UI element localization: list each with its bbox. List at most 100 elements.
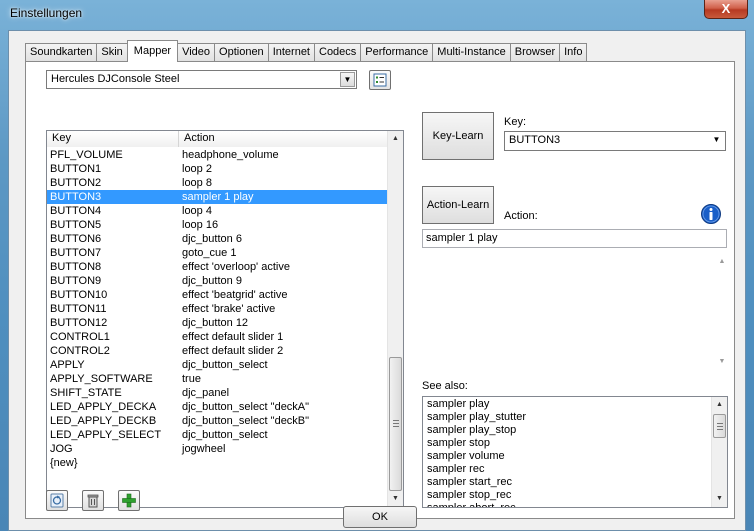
table-row[interactable]: BUTTON4 loop 4 <box>47 204 388 218</box>
table-row[interactable]: BUTTON2 loop 8 <box>47 176 388 190</box>
key-learn-button[interactable]: Key-Learn <box>422 112 494 160</box>
cell-key: BUTTON1 <box>50 163 102 175</box>
list-view-icon <box>373 73 387 87</box>
table-row[interactable]: BUTTON9 djc_button 9 <box>47 274 388 288</box>
see-also-scrollbar[interactable]: ▲ ▼ <box>711 397 727 507</box>
mapper-page: Hercules DJConsole Steel ▼ Key Action PF… <box>25 61 735 519</box>
cell-key: BUTTON5 <box>50 219 102 231</box>
list-item[interactable]: sampler play_stutter <box>423 411 711 424</box>
mapping-table-header: Key Action <box>47 131 388 147</box>
list-item[interactable]: sampler stop <box>423 437 711 450</box>
key-select[interactable]: BUTTON3 ▼ <box>504 131 726 151</box>
cell-key: BUTTON8 <box>50 261 102 273</box>
tab-performance[interactable]: Performance <box>360 43 433 62</box>
scroll-thumb[interactable] <box>389 357 402 491</box>
table-row[interactable]: LED_APPLY_SELECT djc_button_select <box>47 428 388 442</box>
table-row[interactable]: BUTTON11 effect 'brake' active <box>47 302 388 316</box>
scroll-thumb[interactable] <box>713 414 726 438</box>
scroll-up-icon[interactable]: ▲ <box>712 397 727 413</box>
table-row[interactable]: CONTROL1 effect default slider 1 <box>47 330 388 344</box>
table-row[interactable]: APPLY_SOFTWARE true <box>47 372 388 386</box>
cell-key: LED_APPLY_DECKA <box>50 401 157 413</box>
ok-button[interactable]: OK <box>343 506 417 528</box>
cell-action: loop 16 <box>182 219 219 231</box>
grip-line <box>393 423 399 424</box>
table-row[interactable]: LED_APPLY_DECKA djc_button_select "deckA" <box>47 400 388 414</box>
tab-skin[interactable]: Skin <box>96 43 127 62</box>
table-row[interactable]: PFL_VOLUME headphone_volume <box>47 148 388 162</box>
plus-icon <box>122 493 136 508</box>
close-button[interactable]: X <box>704 0 748 19</box>
table-row[interactable]: BUTTON7 goto_cue 1 <box>47 246 388 260</box>
tab-optionen[interactable]: Optionen <box>214 43 268 62</box>
description-scroll-up-icon[interactable]: ▲ <box>716 258 728 270</box>
cell-key: SHIFT_STATE <box>50 387 122 399</box>
table-row[interactable]: JOG jogwheel <box>47 442 388 456</box>
cell-action: djc_panel <box>182 387 230 399</box>
cell-key: BUTTON11 <box>50 303 107 315</box>
column-header-action[interactable]: Action <box>179 131 388 147</box>
table-row[interactable]: LED_APPLY_DECKB djc_button_select "deckB" <box>47 414 388 428</box>
see-also-list[interactable]: sampler play sampler play_stutter sampler … <box>422 396 728 508</box>
tab-strip: Soundkarten Skin Mapper Video Optionen Intern… <box>25 40 588 62</box>
tab-soundkarten[interactable]: Soundkarten <box>25 43 97 62</box>
mapping-table-scrollbar[interactable]: ▲ ▼ <box>387 131 403 507</box>
cell-action: loop 2 <box>182 163 212 175</box>
table-row[interactable]: {new} <box>47 456 388 470</box>
list-item[interactable]: sampler rec <box>423 463 711 476</box>
action-field[interactable]: sampler 1 play <box>422 229 727 248</box>
tab-multi-instance[interactable]: Multi-Instance <box>432 43 510 62</box>
mapping-table[interactable]: Key Action PFL_VOLUME headphone_volume BUT… <box>46 130 404 508</box>
grip-line <box>393 420 399 421</box>
description-scroll-down-icon[interactable]: ▼ <box>716 358 728 370</box>
chevron-down-icon[interactable]: ▼ <box>709 133 724 148</box>
list-item[interactable]: sampler play_stop <box>423 424 711 437</box>
cell-action: effect 'brake' active <box>182 303 276 315</box>
list-item[interactable]: sampler abort_rec <box>423 502 711 507</box>
see-also-label: See also: <box>422 380 468 392</box>
column-header-key[interactable]: Key <box>47 131 179 147</box>
table-row[interactable]: SHIFT_STATE djc_panel <box>47 386 388 400</box>
table-row[interactable]: CONTROL2 effect default slider 2 <box>47 344 388 358</box>
chevron-down-icon[interactable]: ▼ <box>340 72 355 87</box>
table-row[interactable]: BUTTON8 effect 'overloop' active <box>47 260 388 274</box>
table-row[interactable]: BUTTON3 sampler 1 play <box>47 190 388 204</box>
cell-action: jogwheel <box>182 443 226 455</box>
table-row[interactable]: BUTTON1 loop 2 <box>47 162 388 176</box>
tab-browser[interactable]: Browser <box>509 43 560 62</box>
cell-action: djc_button_select <box>182 359 268 371</box>
table-row[interactable]: BUTTON10 effect 'beatgrid' active <box>47 288 388 302</box>
cell-key: BUTTON10 <box>50 289 108 301</box>
list-item[interactable]: sampler stop_rec <box>423 489 711 502</box>
list-view-button[interactable] <box>369 70 391 90</box>
list-item[interactable]: sampler start_rec <box>423 476 711 489</box>
cell-action: headphone_volume <box>182 149 279 161</box>
device-select-value: Hercules DJConsole Steel <box>51 73 180 85</box>
tab-mapper[interactable]: Mapper <box>126 40 179 62</box>
info-button[interactable] <box>700 203 722 225</box>
cell-action: true <box>182 373 201 385</box>
cell-action: djc_button 6 <box>182 233 242 245</box>
table-row[interactable]: BUTTON5 loop 16 <box>47 218 388 232</box>
cell-action <box>179 456 385 470</box>
table-row[interactable]: BUTTON12 djc_button 12 <box>47 316 388 330</box>
list-item[interactable]: sampler play <box>423 398 711 411</box>
scroll-up-icon[interactable]: ▲ <box>388 131 403 147</box>
cell-key: PFL_VOLUME <box>50 149 123 161</box>
add-button[interactable] <box>118 490 140 511</box>
load-mapping-button[interactable] <box>46 490 68 511</box>
tab-video[interactable]: Video <box>178 43 215 62</box>
scroll-down-icon[interactable]: ▼ <box>712 491 727 507</box>
table-row[interactable]: APPLY djc_button_select <box>47 358 388 372</box>
table-row[interactable]: BUTTON6 djc_button 6 <box>47 232 388 246</box>
cell-action: effect 'beatgrid' active <box>182 289 288 301</box>
tab-internet[interactable]: Internet <box>267 43 314 62</box>
delete-button[interactable] <box>82 490 104 511</box>
scroll-down-icon[interactable]: ▼ <box>388 491 403 507</box>
list-item[interactable]: sampler volume <box>423 450 711 463</box>
tab-codecs[interactable]: Codecs <box>314 43 361 62</box>
action-learn-button[interactable]: Action-Learn <box>422 186 494 224</box>
dialog-client: Soundkarten Skin Mapper Video Optionen Intern… <box>8 30 746 531</box>
tab-info[interactable]: Info <box>559 43 588 62</box>
device-select[interactable]: Hercules DJConsole Steel ▼ <box>46 70 357 89</box>
